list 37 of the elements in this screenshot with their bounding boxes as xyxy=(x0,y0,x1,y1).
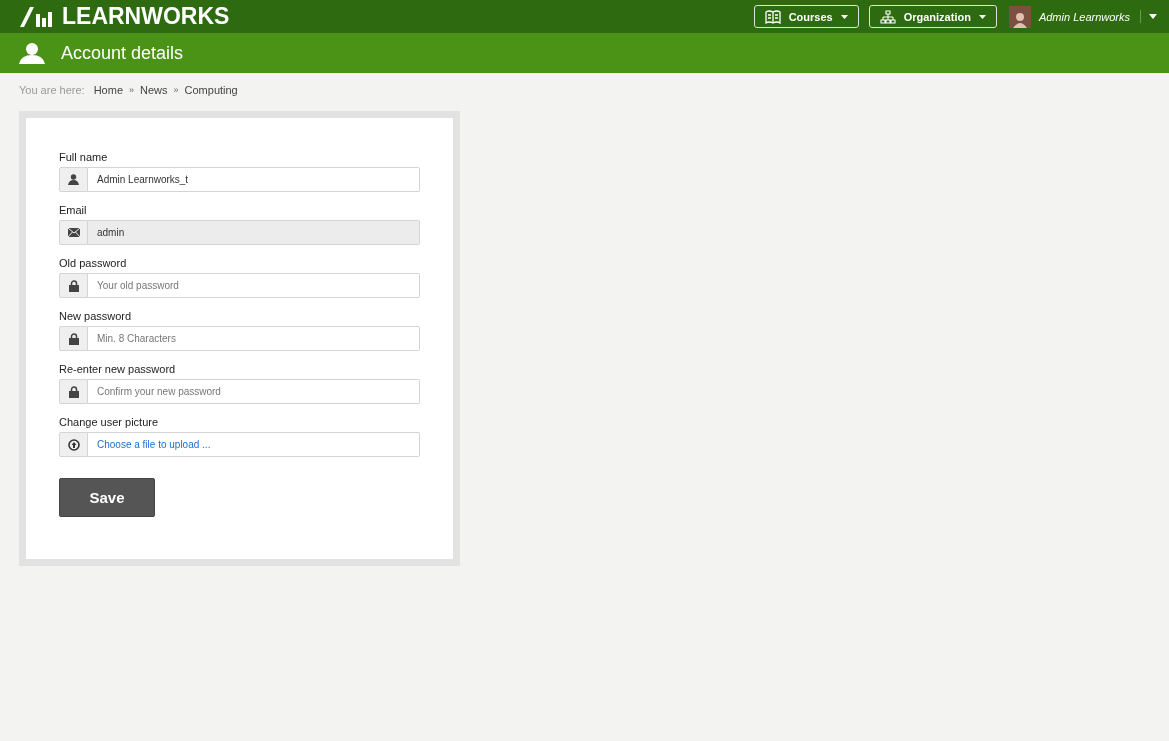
user-icon xyxy=(68,174,79,185)
breadcrumb-separator: » xyxy=(129,85,134,95)
page-title: Account details xyxy=(61,42,184,64)
field-label: Change user picture xyxy=(59,416,160,429)
input-field[interactable]: Your old password xyxy=(88,273,420,298)
input-field[interactable]: Confirm your new password xyxy=(88,379,420,404)
field-label: Email xyxy=(59,204,88,217)
caret-icon xyxy=(978,14,986,19)
lock-icon xyxy=(68,332,79,345)
mail-icon xyxy=(67,228,80,237)
input-field[interactable]: Admin Learnworks_t xyxy=(88,167,420,192)
hierarchy-icon xyxy=(879,9,896,24)
breadcrumb-link[interactable]: Home xyxy=(93,84,123,96)
nav-menu-button[interactable]: Courses xyxy=(753,5,859,28)
avatar xyxy=(1008,5,1031,28)
user-icon xyxy=(19,42,45,64)
field-label: Full name xyxy=(59,151,109,164)
field-label: Old password xyxy=(59,257,128,270)
book-icon xyxy=(764,9,781,24)
input-field[interactable]: Min. 8 Characters xyxy=(88,326,420,351)
file-upload-field[interactable]: Choose a file to upload ... xyxy=(88,432,420,457)
breadcrumb-separator: » xyxy=(173,85,179,95)
breadcrumb-label: You are here: xyxy=(19,84,85,96)
lock-icon xyxy=(68,385,79,398)
user-name[interactable]: Admin Learnworks xyxy=(1038,10,1130,23)
field-label: Re-enter new password xyxy=(59,363,177,376)
upload-link[interactable]: Choose a file to upload ... xyxy=(97,439,211,450)
caret-icon[interactable] xyxy=(1149,14,1157,19)
field-label: New password xyxy=(59,310,133,323)
upload-icon xyxy=(67,438,80,451)
brand-name: LEARNWORKS xyxy=(62,3,230,30)
lock-icon xyxy=(68,279,79,292)
breadcrumb-link[interactable]: Computing xyxy=(184,84,238,96)
save-button[interactable]: Save xyxy=(59,478,155,517)
nav-menu-button[interactable]: Organization xyxy=(868,5,997,28)
breadcrumb-link[interactable]: News xyxy=(140,84,168,96)
caret-icon xyxy=(840,14,848,19)
